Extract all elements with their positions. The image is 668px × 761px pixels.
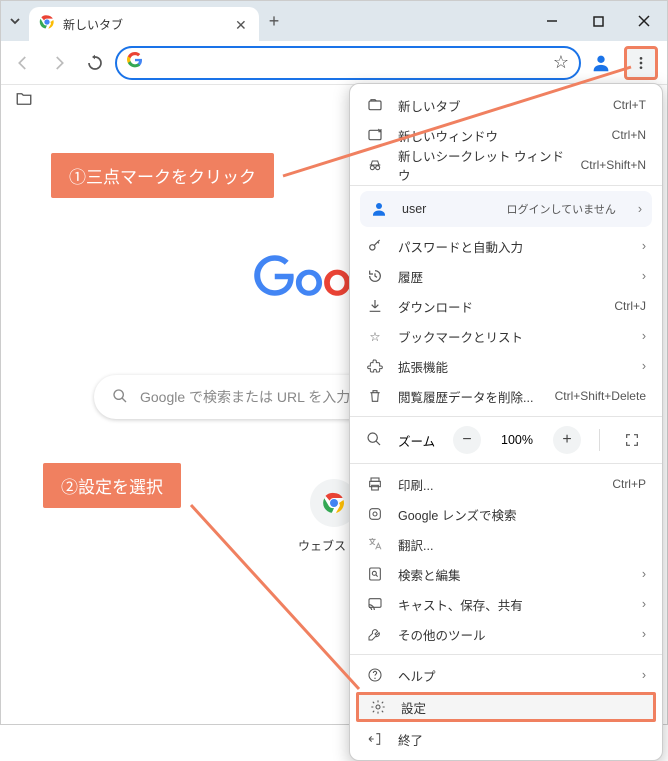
user-icon [370,200,388,218]
exit-icon [366,731,384,747]
menu-cast[interactable]: キャスト、保存、共有 › [350,589,662,619]
menu-exit[interactable]: 終了 [350,724,662,754]
menu-history[interactable]: 履歴 › [350,261,662,291]
menu-new-incognito[interactable]: 新しいシークレット ウィンドウ Ctrl+Shift+N [350,150,662,180]
new-window-icon [366,127,384,143]
menu-find[interactable]: 検索と編集 › [350,559,662,589]
menu-lens[interactable]: Google レンズで検索 [350,499,662,529]
menu-translate[interactable]: 翻訳... [350,529,662,559]
google-g-icon [127,52,143,73]
zoom-out-button[interactable]: − [453,426,481,454]
menu-passwords[interactable]: パスワードと自動入力 › [350,231,662,261]
minimize-button[interactable] [529,1,575,41]
titlebar: 新しいタブ ✕ + [1,1,667,41]
find-icon [366,566,384,582]
chevron-right-icon: › [642,567,646,581]
reload-button[interactable] [79,47,111,79]
menu-user-row[interactable]: user ログインしていません › [360,191,652,227]
close-window-button[interactable] [621,1,667,41]
toolbar: ☆ [1,41,667,85]
profile-avatar[interactable] [585,47,617,79]
cast-icon [366,596,384,612]
tabs-dropdown[interactable] [1,15,29,27]
chevron-right-icon: › [642,239,646,253]
chrome-favicon-icon [39,14,55,35]
search-icon [112,388,128,407]
menu-bookmarks[interactable]: ☆ ブックマークとリスト › [350,321,662,351]
bookmark-star-icon[interactable]: ☆ [553,52,569,73]
tab-close-icon[interactable]: ✕ [235,17,249,31]
chevron-right-icon: › [642,627,646,641]
tools-icon [366,626,384,642]
menu-clear-data[interactable]: 閲覧履歴データを削除... Ctrl+Shift+Delete [350,381,662,411]
address-input[interactable] [151,55,545,71]
chevron-right-icon: › [642,329,646,343]
download-icon [366,298,384,314]
chevron-right-icon: › [642,359,646,373]
print-icon [366,476,384,492]
help-icon [366,667,384,683]
chrome-menu-button[interactable] [624,46,658,80]
puzzle-icon [366,358,384,374]
fullscreen-button[interactable] [618,426,646,454]
maximize-button[interactable] [575,1,621,41]
window-controls [529,1,667,41]
zoom-level: 100% [495,433,539,447]
chevron-right-icon: › [638,202,642,216]
callout-1: ①三点マークをクリック [51,153,274,198]
menu-extensions[interactable]: 拡張機能 › [350,351,662,381]
new-tab-button[interactable]: + [259,11,289,32]
history-icon [366,268,384,284]
zoom-in-button[interactable]: + [553,426,581,454]
gear-icon [369,699,387,715]
chrome-menu: 新しいタブ Ctrl+T 新しいウィンドウ Ctrl+N 新しいシークレット ウ… [349,83,663,761]
lens-icon [366,506,384,522]
chevron-right-icon: › [642,597,646,611]
key-icon [366,238,384,254]
callout-2: ②設定を選択 [43,463,181,508]
omnibox[interactable]: ☆ [115,46,581,80]
back-button[interactable] [7,47,39,79]
menu-zoom-row: ズーム − 100% + [350,422,662,458]
menu-new-tab[interactable]: 新しいタブ Ctrl+T [350,90,662,120]
tab-title: 新しいタブ [63,16,227,33]
new-tab-icon [366,97,384,113]
translate-icon [366,536,384,552]
menu-more-tools[interactable]: その他のツール › [350,619,662,649]
folder-icon[interactable] [15,90,33,113]
browser-tab[interactable]: 新しいタブ ✕ [29,7,259,41]
search-placeholder: Google で検索または URL を入力 [140,387,350,407]
menu-help[interactable]: ヘルプ › [350,660,662,690]
menu-print[interactable]: 印刷... Ctrl+P [350,469,662,499]
trash-icon [366,388,384,404]
star-icon: ☆ [366,329,384,344]
zoom-icon [366,431,384,450]
forward-button[interactable] [43,47,75,79]
menu-downloads[interactable]: ダウンロード Ctrl+J [350,291,662,321]
chevron-right-icon: › [642,269,646,283]
menu-settings[interactable]: 設定 [356,692,656,722]
chevron-right-icon: › [642,668,646,682]
incognito-icon [366,157,384,173]
